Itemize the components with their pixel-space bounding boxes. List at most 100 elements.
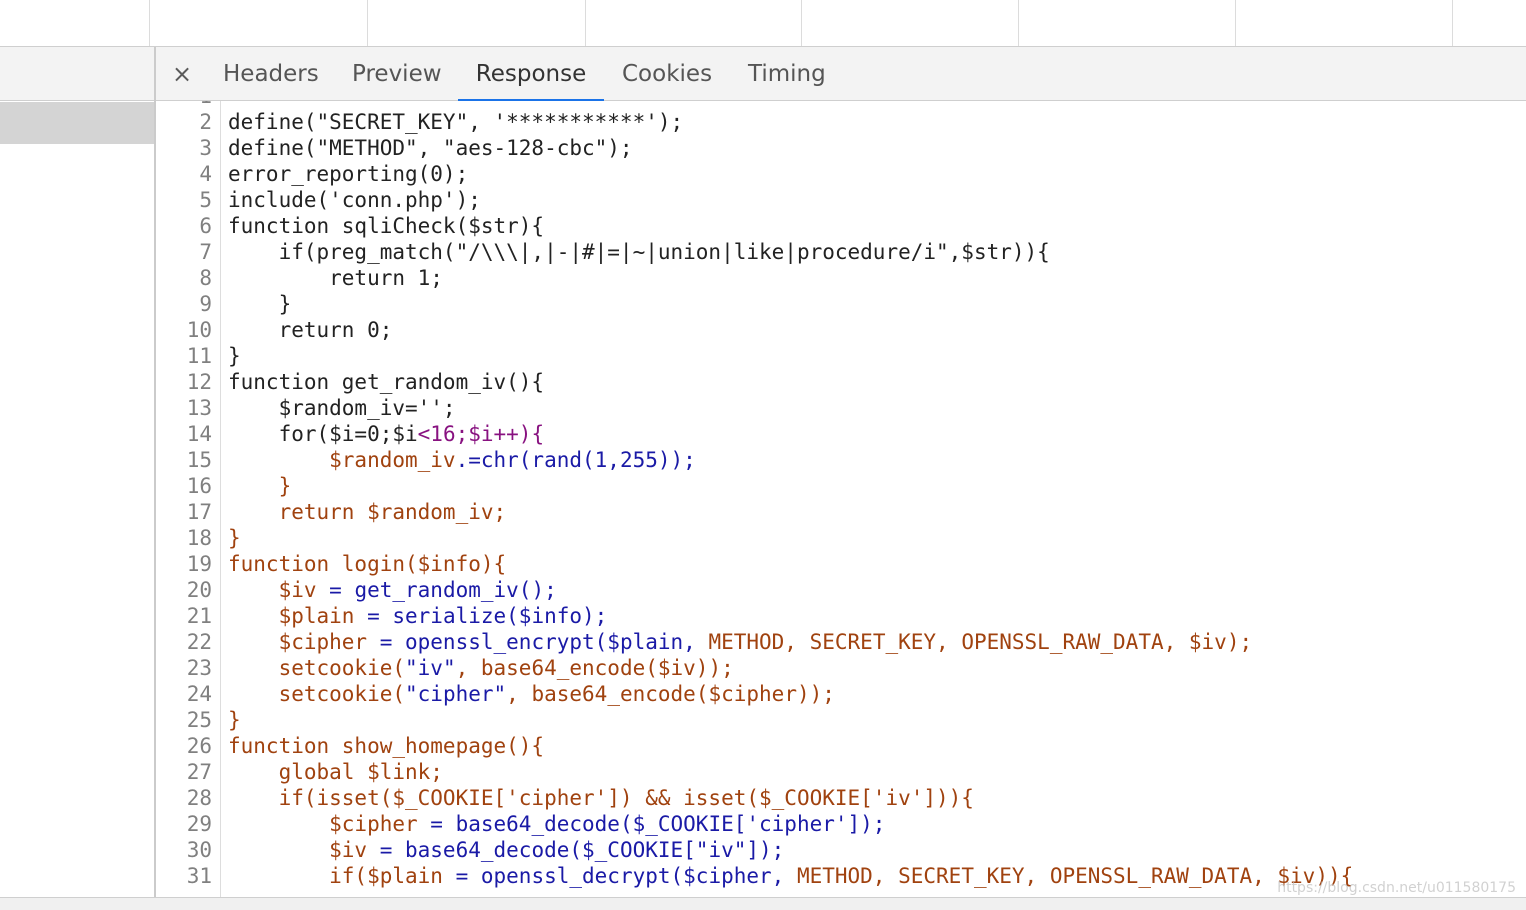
tab-headers[interactable]: Headers [223, 47, 319, 101]
line-number: 4 [199, 162, 212, 186]
code-token: define("METHOD", "aes-128-cbc"); [228, 136, 633, 160]
code-line: 6 function sqliCheck($str){ [156, 213, 1526, 239]
line-number: 7 [199, 240, 212, 264]
line-number: 19 [186, 552, 212, 576]
column-separator [585, 0, 586, 46]
line-number: 5 [199, 188, 212, 212]
line-number: 15 [186, 448, 212, 472]
code-token: } [228, 474, 292, 498]
code-line: 2 define("SECRET_KEY", '***********'); [156, 109, 1526, 135]
code-text: function get_random_iv(){ [228, 369, 544, 395]
code-text: function show_homepage(){ [228, 733, 544, 759]
code-token: $iv [228, 578, 317, 602]
code-token: = base64_decode($_COOKIE['cipher']); [417, 812, 886, 836]
code-line: 13 $random_iv=''; [156, 395, 1526, 421]
tab-cookies[interactable]: Cookies [622, 47, 712, 101]
code-line: 22 $cipher = openssl_encrypt($plain, MET… [156, 629, 1526, 655]
code-token: return 0; [228, 318, 393, 342]
tab-response[interactable]: Response [458, 47, 604, 102]
code-line: 5 include('conn.php'); [156, 187, 1526, 213]
code-token: return $random_iv; [228, 500, 507, 524]
selected-request-row[interactable] [0, 102, 155, 144]
line-number: 20 [186, 578, 212, 602]
code-token: $cipher [228, 630, 368, 654]
code-token: if($plain [228, 864, 443, 888]
code-line: 24 setcookie("cipher", base64_encode($ci… [156, 681, 1526, 707]
line-number: 2 [199, 110, 212, 134]
line-number: 27 [186, 760, 212, 784]
line-number: 8 [199, 266, 212, 290]
code-line: 18} [156, 525, 1526, 551]
code-token: "iv" [405, 656, 456, 680]
code-token: $random_iv=''; [228, 396, 456, 420]
code-token: return 1; [228, 266, 443, 290]
response-code-viewer[interactable]: 12 define("SECRET_KEY", '***********'); 3d… [156, 101, 1526, 897]
code-line: 23 setcookie("iv", base64_encode($iv)); [156, 655, 1526, 681]
detail-tabbar: × Headers Preview Response Cookies Timin… [156, 47, 1526, 102]
code-token: error_reporting(0); [228, 162, 469, 186]
code-line: 14 for($i=0;$i<16;$i++){ [156, 421, 1526, 447]
code-token: = openssl_decrypt($cipher, [442, 864, 797, 888]
line-number: 18 [186, 526, 212, 550]
code-token: METHOD, SECRET_KEY, OPENSSL_RAW_DATA, $i… [796, 864, 1354, 888]
tab-preview[interactable]: Preview [352, 47, 442, 101]
code-line: 21 $plain = serialize($info); [156, 603, 1526, 629]
line-number: 12 [186, 370, 212, 394]
line-number: 13 [186, 396, 212, 420]
line-number: 26 [186, 734, 212, 758]
line-number: 1 [156, 101, 212, 109]
code-text: $cipher = openssl_encrypt($plain, METHOD… [228, 629, 1253, 655]
code-line: 19 function login($info){ [156, 551, 1526, 577]
code-token: define("SECRET_KEY", '***********'); [228, 110, 684, 134]
code-token: setcookie( [228, 656, 406, 680]
code-token: $random_iv [228, 448, 456, 472]
tab-timing[interactable]: Timing [748, 47, 826, 101]
code-text: function login($info){ [228, 551, 506, 577]
code-line: 10 return 0; [156, 317, 1526, 343]
line-number: 17 [186, 500, 212, 524]
code-line: 29 $cipher = base64_decode($_COOKIE['cip… [156, 811, 1526, 837]
code-token: function sqliCheck($str){ [228, 214, 545, 238]
code-line: 1 [156, 101, 1526, 109]
code-token: } [228, 292, 292, 316]
code-text: error_reporting(0); [228, 161, 468, 187]
line-number: 29 [186, 812, 212, 836]
code-line: 20 $iv = get_random_iv(); [156, 577, 1526, 603]
line-number: 31 [186, 864, 212, 888]
code-line: 28 if(isset($_COOKIE['cipher']) && isset… [156, 785, 1526, 811]
code-token: global $link; [228, 760, 443, 784]
line-number: 11 [186, 344, 212, 368]
request-list-pane [0, 47, 155, 910]
code-text: $iv = base64_decode($_COOKIE["iv"]); [228, 837, 784, 863]
code-token: } [228, 526, 241, 550]
code-lines: 12 define("SECRET_KEY", '***********'); 3d… [156, 101, 1526, 889]
line-number: 21 [186, 604, 212, 628]
code-token: } [228, 708, 241, 732]
code-text: $random_iv=''; [228, 395, 456, 421]
line-number: 3 [199, 136, 212, 160]
code-text: define("METHOD", "aes-128-cbc"); [228, 135, 633, 161]
column-separator [367, 0, 368, 46]
code-token: <16;$i++){ [417, 422, 545, 446]
code-token: if(isset($_COOKIE['cipher']) && isset($_… [228, 786, 974, 810]
horizontal-scrollbar[interactable] [0, 897, 1526, 910]
code-text: } [228, 525, 241, 551]
code-text: $random_iv.=chr(rand(1,255)); [228, 447, 696, 473]
line-number: 14 [186, 422, 212, 446]
code-text: if(isset($_COOKIE['cipher']) && isset($_… [228, 785, 974, 811]
code-text: } [228, 343, 241, 369]
watermark: https://blog.csdn.net/u011580175 [1277, 880, 1516, 896]
code-token: for($i=0;$i [228, 422, 418, 446]
code-text: for($i=0;$i<16;$i++){ [228, 421, 545, 447]
close-icon[interactable]: × [170, 59, 194, 89]
column-separator [801, 0, 802, 46]
code-token: setcookie( [228, 682, 406, 706]
code-line: 30 $iv = base64_decode($_COOKIE["iv"]); [156, 837, 1526, 863]
line-number: 9 [199, 292, 212, 316]
code-token: , base64_encode($cipher)); [506, 682, 835, 706]
code-token: function show_homepage(){ [228, 734, 545, 758]
code-text: return $random_iv; [228, 499, 507, 525]
line-number: 25 [186, 708, 212, 732]
code-text: if(preg_match("/\\\|,|-|#|=|~|union|like… [228, 239, 1050, 265]
line-number: 24 [186, 682, 212, 706]
